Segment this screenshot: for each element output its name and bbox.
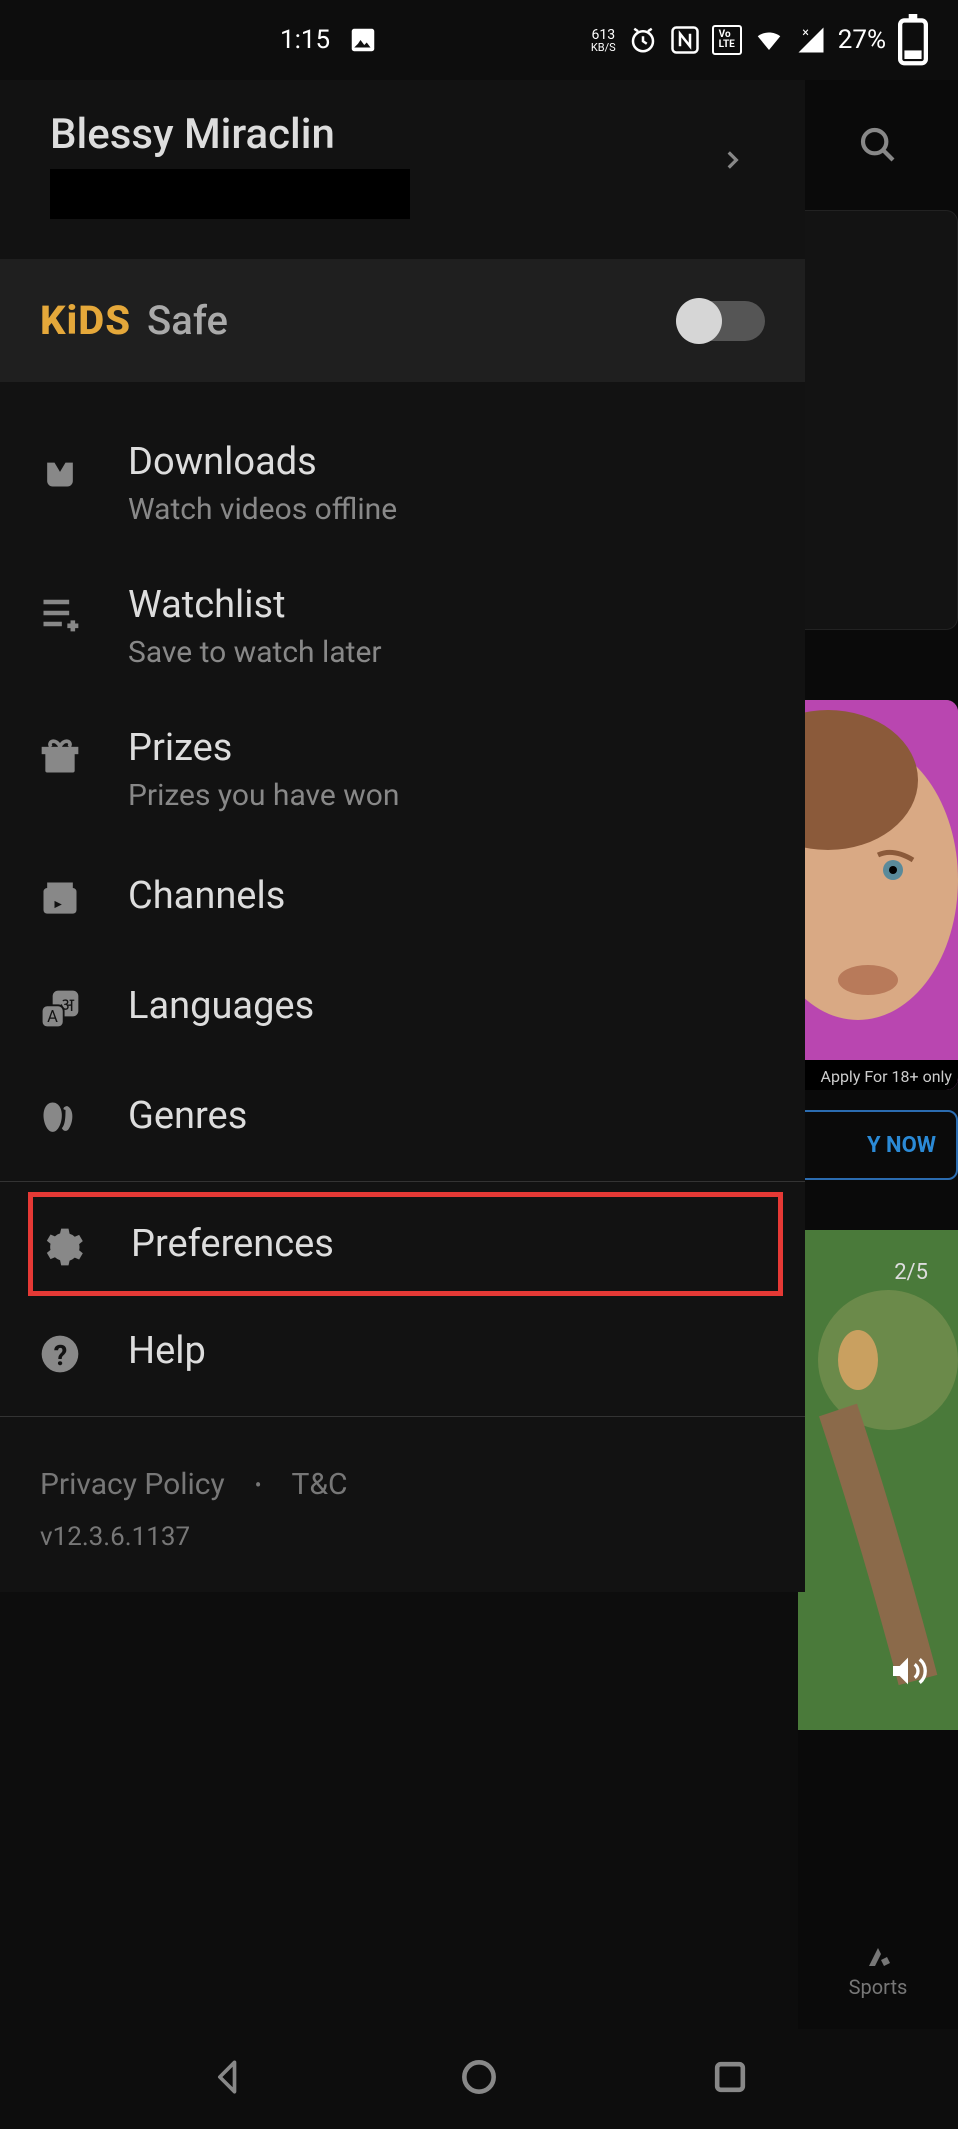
dot-separator: •	[255, 1473, 262, 1497]
divider	[0, 1181, 805, 1182]
gear-icon	[39, 1223, 87, 1271]
bg-face-label: Apply For 18+ only	[821, 1067, 952, 1086]
menu-watchlist[interactable]: Watchlist Save to watch later	[0, 555, 805, 698]
menu-watchlist-subtitle: Save to watch later	[128, 635, 382, 670]
help-icon: ?	[36, 1330, 84, 1378]
languages-icon: अA	[36, 985, 84, 1033]
genres-icon	[36, 1095, 84, 1143]
menu-languages-title: Languages	[128, 984, 314, 1028]
svg-text:?: ?	[54, 1339, 68, 1372]
status-bar: 1:15 613 KB/S VoLTE × 27%	[0, 0, 958, 80]
menu-watchlist-title: Watchlist	[128, 583, 382, 627]
background-content: Apply For 18+ only Y NOW 2/5 Sports	[798, 80, 958, 2029]
download-icon	[36, 446, 84, 494]
menu-downloads-title: Downloads	[128, 440, 397, 484]
watchlist-icon	[36, 589, 84, 637]
menu-downloads[interactable]: Downloads Watch videos offline	[0, 412, 805, 555]
status-time: 1:15	[280, 25, 330, 55]
bg-animation-card[interactable]: 2/5	[798, 1230, 958, 1730]
kids-label: KiDS	[40, 297, 131, 344]
menu-channels-title: Channels	[128, 874, 285, 918]
menu-preferences-title: Preferences	[131, 1222, 334, 1266]
menu-preferences[interactable]: Preferences	[28, 1192, 783, 1296]
channels-icon	[36, 875, 84, 923]
privacy-policy-link[interactable]: Privacy Policy	[40, 1467, 225, 1502]
menu-genres-title: Genres	[128, 1094, 247, 1138]
menu-prizes-subtitle: Prizes you have won	[128, 778, 399, 813]
navigation-drawer: Blessy Miraclin KiDS Safe Downloads Watc…	[0, 80, 805, 1592]
svg-text:×: ×	[802, 25, 809, 40]
menu-help-title: Help	[128, 1329, 206, 1373]
menu-help[interactable]: ? Help	[0, 1296, 805, 1406]
menu-prizes[interactable]: Prizes Prizes you have won	[0, 698, 805, 841]
safe-label: Safe	[147, 297, 228, 344]
bg-sports-tab[interactable]: Sports	[798, 1909, 958, 2029]
bg-play-now-button[interactable]: Y NOW	[798, 1110, 958, 1180]
svg-text:A: A	[47, 1008, 58, 1027]
kids-safe-toggle[interactable]	[680, 301, 765, 341]
app-version: v12.3.6.1137	[0, 1522, 805, 1592]
home-button[interactable]	[457, 2055, 501, 2103]
menu-genres[interactable]: Genres	[0, 1061, 805, 1171]
chevron-right-icon	[719, 140, 745, 190]
menu-channels[interactable]: Channels	[0, 841, 805, 951]
volte-icon: VoLTE	[712, 25, 742, 55]
menu-prizes-title: Prizes	[128, 726, 399, 770]
battery-icon	[898, 25, 928, 55]
menu-downloads-subtitle: Watch videos offline	[128, 492, 397, 527]
profile-name: Blessy Miraclin	[50, 110, 410, 159]
bg-face-card[interactable]: Apply For 18+ only	[798, 700, 958, 1090]
search-icon[interactable]	[858, 125, 898, 165]
prizes-icon	[36, 732, 84, 780]
bg-page-indicator: 2/5	[894, 1260, 928, 1285]
redacted-info	[50, 169, 410, 219]
recent-apps-button[interactable]	[708, 2055, 752, 2103]
speaker-icon[interactable]	[888, 1651, 928, 1700]
alarm-icon	[628, 25, 658, 55]
divider-2	[0, 1416, 805, 1417]
network-speed: 613 KB/S	[591, 28, 616, 53]
back-button[interactable]	[207, 2055, 251, 2103]
nfc-icon	[670, 25, 700, 55]
wifi-icon	[754, 25, 784, 55]
kids-safe-row: KiDS Safe	[0, 259, 805, 382]
picture-icon	[348, 25, 378, 55]
bg-promo-card[interactable]	[798, 210, 958, 630]
menu-languages[interactable]: अA Languages	[0, 951, 805, 1061]
profile-header[interactable]: Blessy Miraclin	[0, 80, 805, 259]
terms-link[interactable]: T&C	[291, 1467, 347, 1502]
signal-icon: ×	[796, 25, 826, 55]
system-nav-bar	[0, 2029, 958, 2129]
battery-percent: 27%	[838, 25, 886, 55]
